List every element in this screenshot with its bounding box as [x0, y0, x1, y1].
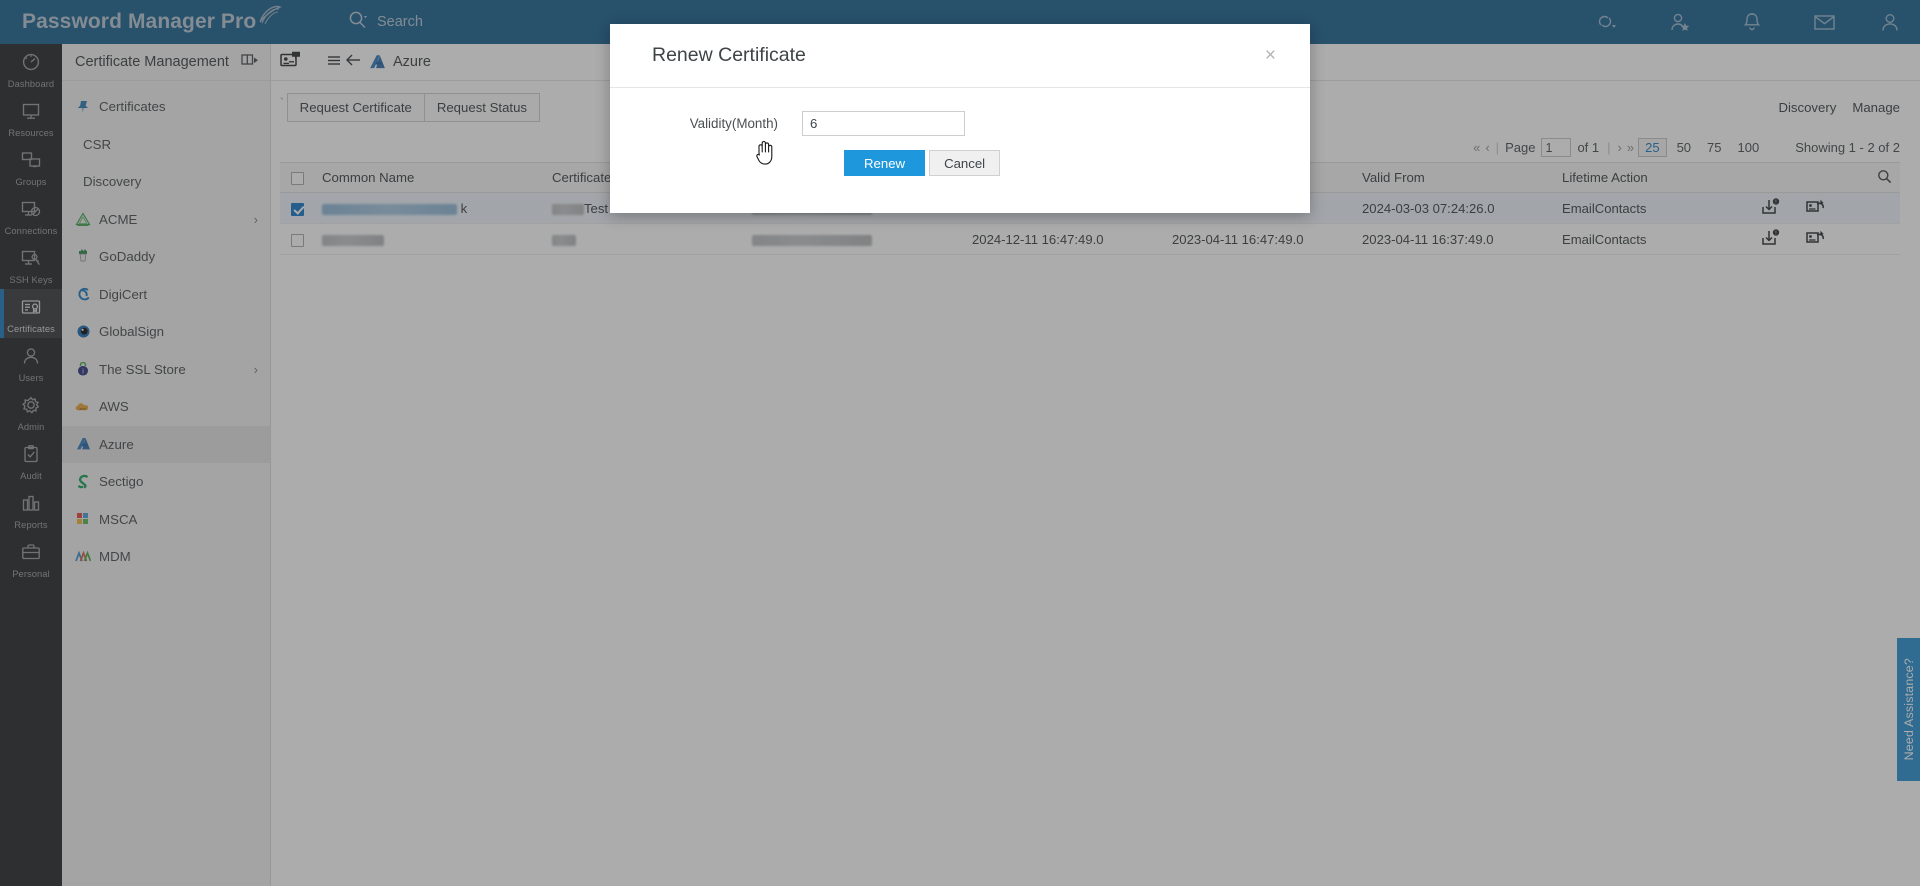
dialog-buttons: Renew Cancel: [652, 150, 1268, 176]
dialog-body: Validity(Month) Renew Cancel: [610, 88, 1310, 176]
cancel-button[interactable]: Cancel: [929, 150, 1001, 176]
renew-certificate-dialog: Renew Certificate × Validity(Month) Rene…: [610, 24, 1310, 213]
dialog-title: Renew Certificate: [652, 44, 806, 66]
close-icon[interactable]: ×: [1265, 46, 1276, 65]
validity-row: Validity(Month): [652, 111, 1268, 136]
validity-input[interactable]: [802, 111, 965, 136]
app-window: Password Manager Pro Search Dashboard Re…: [0, 0, 1920, 886]
renew-button[interactable]: Renew: [844, 150, 926, 176]
dialog-header: Renew Certificate ×: [610, 24, 1310, 88]
validity-label: Validity(Month): [689, 116, 778, 131]
